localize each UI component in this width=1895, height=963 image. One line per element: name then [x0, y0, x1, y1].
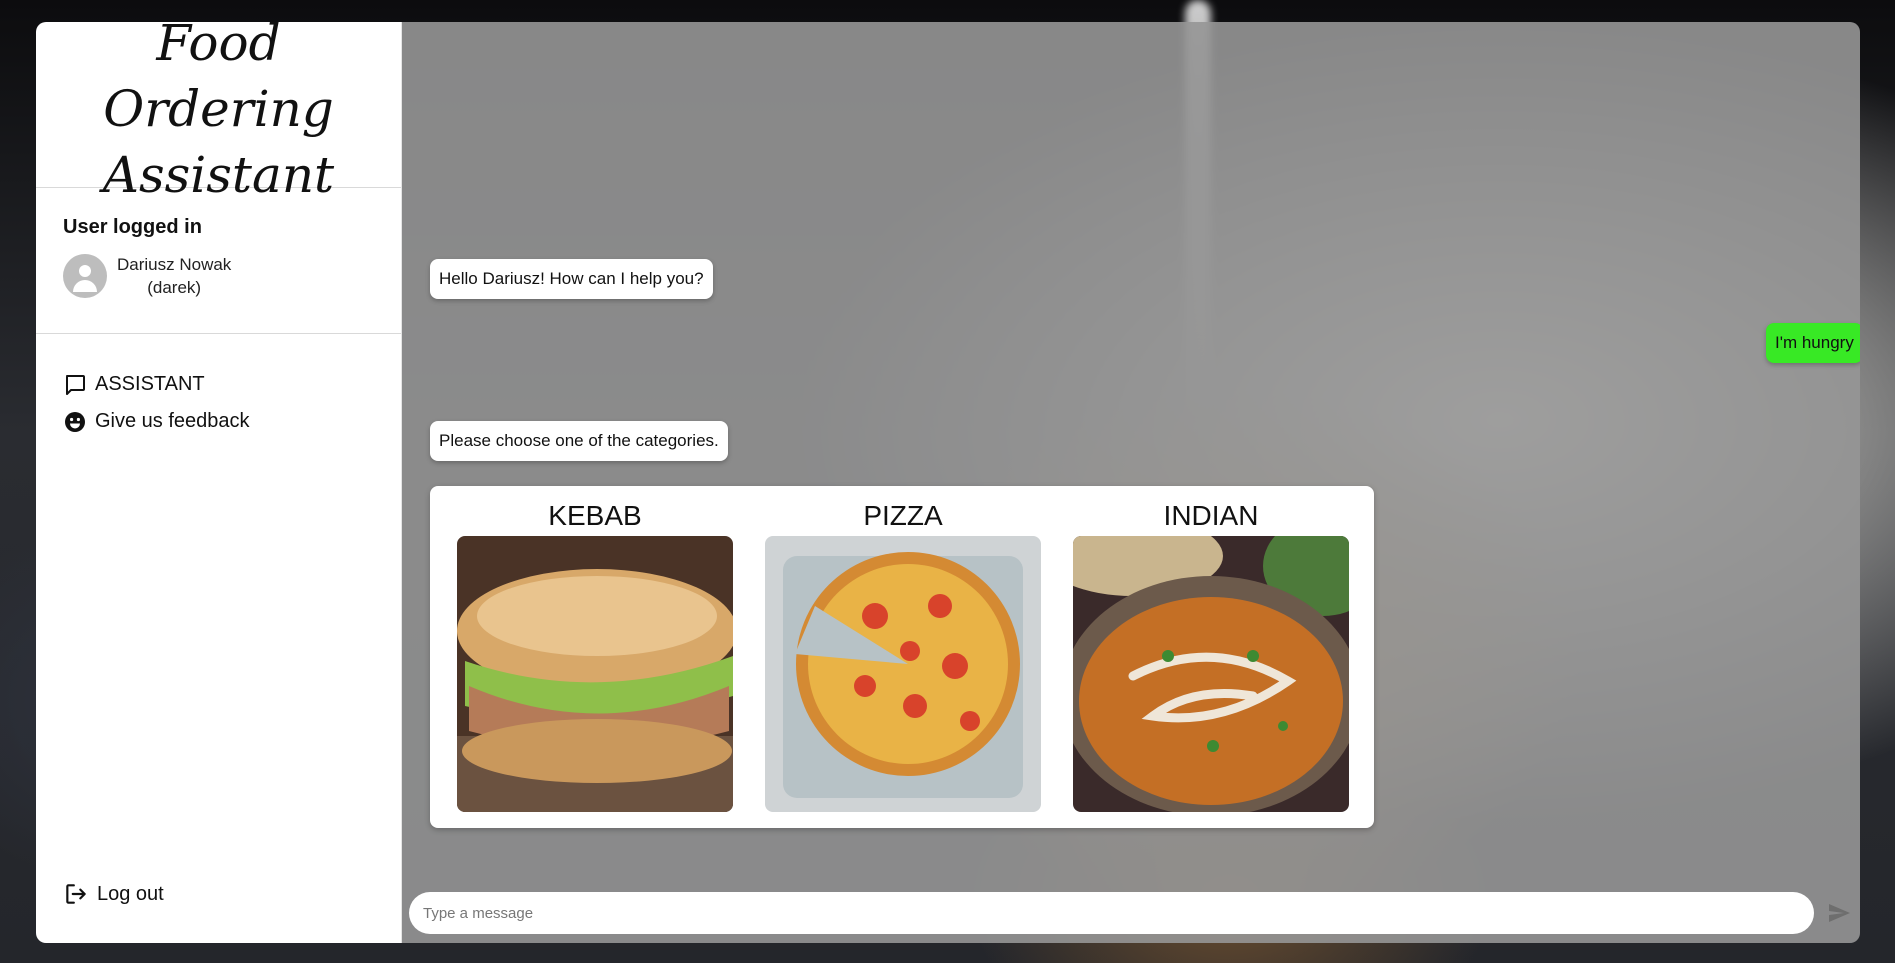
- user-login: (darek): [147, 278, 202, 297]
- pizza-image[interactable]: [765, 536, 1041, 812]
- logout-label: Log out: [97, 882, 164, 905]
- avatar: [63, 254, 107, 298]
- category-picker: KEBAB PIZZA INDIAN: [430, 486, 1374, 828]
- bot-message: Hello Dariusz! How can I help you?: [430, 259, 713, 299]
- category-label: KEBAB: [548, 500, 642, 531]
- chat-bubble-icon: [66, 374, 85, 395]
- user-message: I'm hungry: [1766, 323, 1860, 363]
- user-name: Dariusz Nowak: [117, 255, 232, 274]
- category-label: PIZZA: [863, 500, 943, 531]
- category-label: INDIAN: [1163, 500, 1259, 531]
- chat-area: Hello Dariusz! How can I help you? I'm h…: [402, 22, 1860, 943]
- kebab-image[interactable]: [457, 536, 733, 812]
- smiley-icon: [65, 411, 85, 432]
- nav-item-feedback[interactable]: Give us feedback: [63, 403, 374, 440]
- brand-header: Food Ordering Assistant: [36, 22, 401, 204]
- nav-item-assistant-label: ASSISTANT: [95, 373, 205, 395]
- user-section: User logged in Dariusz Nowak (darek): [36, 188, 401, 334]
- app-window: Food Ordering Assistant User logged in D…: [36, 22, 1860, 943]
- user-heading: User logged in: [63, 216, 202, 238]
- message-input[interactable]: [409, 892, 1814, 934]
- nav-item-feedback-label: Give us feedback: [95, 410, 250, 432]
- logout-button[interactable]: Log out: [63, 881, 164, 907]
- indian-curry-image[interactable]: [1073, 536, 1349, 812]
- message-bar: [402, 885, 1860, 943]
- category-kebab[interactable]: KEBAB: [457, 496, 733, 812]
- bot-message: Please choose one of the categories.: [430, 421, 728, 461]
- nav-item-assistant[interactable]: ASSISTANT: [63, 366, 374, 403]
- app-title: Food Ordering Assistant: [102, 22, 335, 204]
- sidebar-nav: ASSISTANT Give us feedback: [36, 334, 401, 440]
- category-indian[interactable]: INDIAN: [1073, 496, 1349, 812]
- user-details: Dariusz Nowak (darek): [117, 253, 231, 299]
- logout-icon: [66, 884, 86, 904]
- category-pizza[interactable]: PIZZA: [765, 496, 1041, 812]
- sidebar: Food Ordering Assistant User logged in D…: [36, 22, 402, 943]
- send-icon[interactable]: [1826, 901, 1852, 925]
- user-info: Dariusz Nowak (darek): [63, 253, 374, 299]
